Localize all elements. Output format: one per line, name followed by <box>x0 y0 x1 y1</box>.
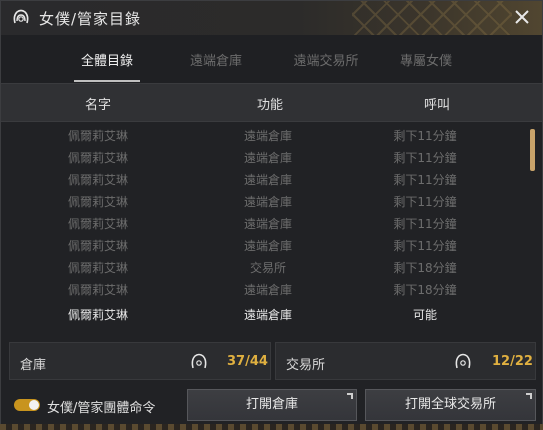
maid-list: 佩爾莉艾琳 遠端倉庫 剩下11分鐘 佩爾莉艾琳 遠端倉庫 剩下11分鐘 佩爾莉艾… <box>1 121 542 333</box>
maid-function: 遠端倉庫 <box>243 217 292 231</box>
maid-call-status: 可能 <box>412 308 437 322</box>
maid-name: 佩爾莉艾琳 <box>67 308 128 322</box>
maid-call-status: 剩下11分鐘 <box>393 151 457 165</box>
maid-call-status: 剩下11分鐘 <box>393 173 457 187</box>
popout-icon <box>526 393 532 399</box>
tab-remote-warehouse[interactable]: 遠端倉庫 <box>161 50 271 69</box>
maid-name: 佩爾莉艾琳 <box>67 151 128 165</box>
maid-call-status: 剩下18分鐘 <box>393 283 457 297</box>
market-count: 12/22 <box>492 354 533 369</box>
open-global-market-button[interactable]: 打開全球交易所 <box>365 389 536 421</box>
maid-call-status: 剩下18分鐘 <box>393 261 457 275</box>
maid-function: 遠端倉庫 <box>243 308 292 322</box>
group-command-toggle[interactable] <box>14 399 40 411</box>
maid-function: 遠端倉庫 <box>243 129 292 143</box>
maid-call-status: 剩下11分鐘 <box>393 195 457 209</box>
maid-function: 遠端倉庫 <box>243 239 292 253</box>
toggle-knob <box>29 400 39 410</box>
list-item[interactable]: 佩爾莉艾琳 遠端倉庫 剩下11分鐘 <box>1 123 526 145</box>
list-scrollbar[interactable] <box>530 129 535 171</box>
list-item[interactable]: 佩爾莉艾琳 遠端倉庫 剩下18分鐘 <box>1 277 526 299</box>
tab-exclusive-maid[interactable]: 專屬女僕 <box>371 50 481 69</box>
open-warehouse-label: 打開倉庫 <box>245 397 298 412</box>
list-item[interactable]: 佩爾莉艾琳 遠端倉庫 剩下11分鐘 <box>1 167 526 189</box>
tab-all-list[interactable]: 全體目錄 <box>52 50 162 69</box>
column-header: 名字 功能 呼叫 <box>1 83 542 122</box>
maid-name: 佩爾莉艾琳 <box>67 261 128 275</box>
maid-name: 佩爾莉艾琳 <box>67 239 128 253</box>
maid-function: 遠端倉庫 <box>243 195 292 209</box>
market-capacity-panel: 交易所 12/22 <box>275 342 536 380</box>
maid-function: 交易所 <box>249 261 286 275</box>
maid-name: 佩爾莉艾琳 <box>67 173 128 187</box>
window-title: 女僕/管家目錄 <box>39 10 142 28</box>
group-command-label: 女僕/管家團體命令 <box>47 401 156 416</box>
list-item[interactable]: 佩爾莉艾琳 遠端倉庫 剩下11分鐘 <box>1 233 526 255</box>
popout-icon <box>347 393 353 399</box>
maid-call-status: 剩下11分鐘 <box>393 239 457 253</box>
maid-name: 佩爾莉艾琳 <box>67 283 128 297</box>
maid-icon <box>455 353 471 369</box>
list-item[interactable]: 佩爾莉艾琳 交易所 剩下18分鐘 <box>1 255 526 277</box>
maid-name: 佩爾莉艾琳 <box>67 195 128 209</box>
column-call: 呼叫 <box>423 98 450 113</box>
title-bar: 女僕/管家目錄 <box>1 1 542 35</box>
title-decoration <box>352 1 512 35</box>
open-warehouse-button[interactable]: 打開倉庫 <box>187 389 357 421</box>
list-item[interactable]: 佩爾莉艾琳 遠端倉庫 剩下11分鐘 <box>1 211 526 233</box>
list-item[interactable]: 佩爾莉艾琳 遠端倉庫 可能 <box>1 302 526 324</box>
market-label: 交易所 <box>286 358 326 373</box>
tab-remote-market[interactable]: 遠端交易所 <box>271 50 381 69</box>
list-item[interactable]: 佩爾莉艾琳 遠端倉庫 剩下11分鐘 <box>1 189 526 211</box>
open-global-market-label: 打開全球交易所 <box>404 397 496 412</box>
column-name: 名字 <box>84 98 111 113</box>
warehouse-label: 倉庫 <box>20 358 47 373</box>
column-function: 功能 <box>256 98 283 113</box>
warehouse-capacity-panel: 倉庫 37/44 <box>9 342 271 380</box>
maid-name: 佩爾莉艾琳 <box>67 217 128 231</box>
close-icon[interactable] <box>512 7 532 27</box>
maid-list-window: 女僕/管家目錄 全體目錄 遠端倉庫 遠端交易所 專屬女僕 名字 功能 呼叫 佩爾… <box>0 0 543 430</box>
background-strip <box>0 424 543 430</box>
maid-call-status: 剩下11分鐘 <box>393 217 457 231</box>
tab-bar: 全體目錄 遠端倉庫 遠端交易所 專屬女僕 <box>1 35 542 83</box>
maid-function: 遠端倉庫 <box>243 283 292 297</box>
maid-function: 遠端倉庫 <box>243 151 292 165</box>
active-tab-indicator <box>74 80 140 82</box>
maid-icon <box>191 353 207 369</box>
maid-function: 遠端倉庫 <box>243 173 292 187</box>
maid-name: 佩爾莉艾琳 <box>67 129 128 143</box>
warehouse-count: 37/44 <box>227 354 268 369</box>
list-item[interactable]: 佩爾莉艾琳 遠端倉庫 剩下11分鐘 <box>1 145 526 167</box>
maid-icon <box>13 9 29 24</box>
maid-call-status: 剩下11分鐘 <box>393 129 457 143</box>
